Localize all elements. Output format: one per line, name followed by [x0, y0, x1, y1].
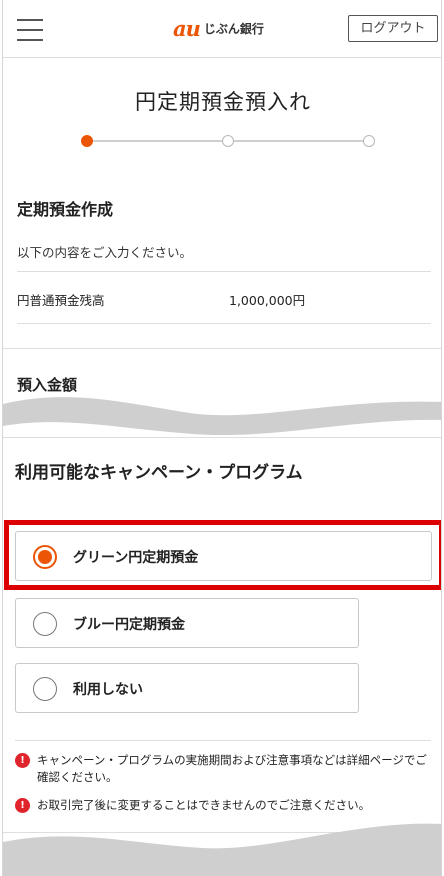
- progress-stepper: [81, 134, 375, 150]
- radio-checked-icon[interactable]: [33, 545, 57, 569]
- alert-icon: !: [15, 753, 30, 768]
- content-break-wave: [3, 823, 441, 876]
- deposit-amount-title: 預入金額: [17, 376, 78, 394]
- option-no-campaign[interactable]: 利用しない: [15, 663, 359, 713]
- option-label: グリーン円定期預金: [73, 550, 199, 566]
- divider: [3, 348, 441, 349]
- radio-unchecked-icon[interactable]: [33, 677, 57, 701]
- option-label: ブルー円定期預金: [73, 617, 185, 633]
- step-3-indicator: [363, 135, 375, 147]
- note-text: キャンペーン・プログラムの実施期間および注意事項などは詳細ページでご確認ください…: [37, 753, 427, 784]
- radio-unchecked-icon[interactable]: [33, 612, 57, 636]
- divider: [3, 437, 441, 438]
- header: au じぶん銀行 ログアウト: [3, 0, 441, 58]
- instruction-text: 以下の内容をご入力ください。: [17, 245, 193, 260]
- alert-icon: !: [15, 798, 30, 813]
- hamburger-icon[interactable]: [17, 17, 43, 43]
- divider: [17, 271, 431, 272]
- page-title: 円定期預金預入れ: [135, 90, 311, 114]
- logo-mark: au: [173, 15, 201, 41]
- app-frame: au じぶん銀行 ログアウト 円定期預金預入れ 定期預金作成 以下の内容をご入力…: [2, 0, 442, 876]
- divider: [17, 323, 431, 324]
- balance-label: 円普通預金残高: [17, 293, 105, 308]
- au-jibun-bank-logo: au じぶん銀行: [173, 16, 264, 40]
- note-item: ! お取引完了後に変更することはできませんのでご注意ください。: [15, 797, 431, 815]
- campaign-title: 利用可能なキャンペーン・プログラム: [15, 463, 303, 483]
- section-title: 定期預金作成: [17, 200, 114, 219]
- option-label: 利用しない: [73, 682, 143, 698]
- logout-button[interactable]: ログアウト: [348, 15, 438, 42]
- content-break-wave: [3, 397, 441, 436]
- logo-text: じぶん銀行: [203, 21, 264, 36]
- option-blue-deposit[interactable]: ブルー円定期預金: [15, 598, 359, 648]
- note-text: お取引完了後に変更することはできませんのでご注意ください。: [37, 798, 371, 812]
- step-1-indicator: [81, 135, 93, 147]
- balance-value: 1,000,000円: [229, 293, 306, 308]
- step-2-indicator: [222, 135, 234, 147]
- note-item: ! キャンペーン・プログラムの実施期間および注意事項などは詳細ページでご確認くだ…: [15, 752, 431, 788]
- option-green-deposit[interactable]: グリーン円定期預金: [15, 531, 432, 581]
- divider: [15, 740, 431, 741]
